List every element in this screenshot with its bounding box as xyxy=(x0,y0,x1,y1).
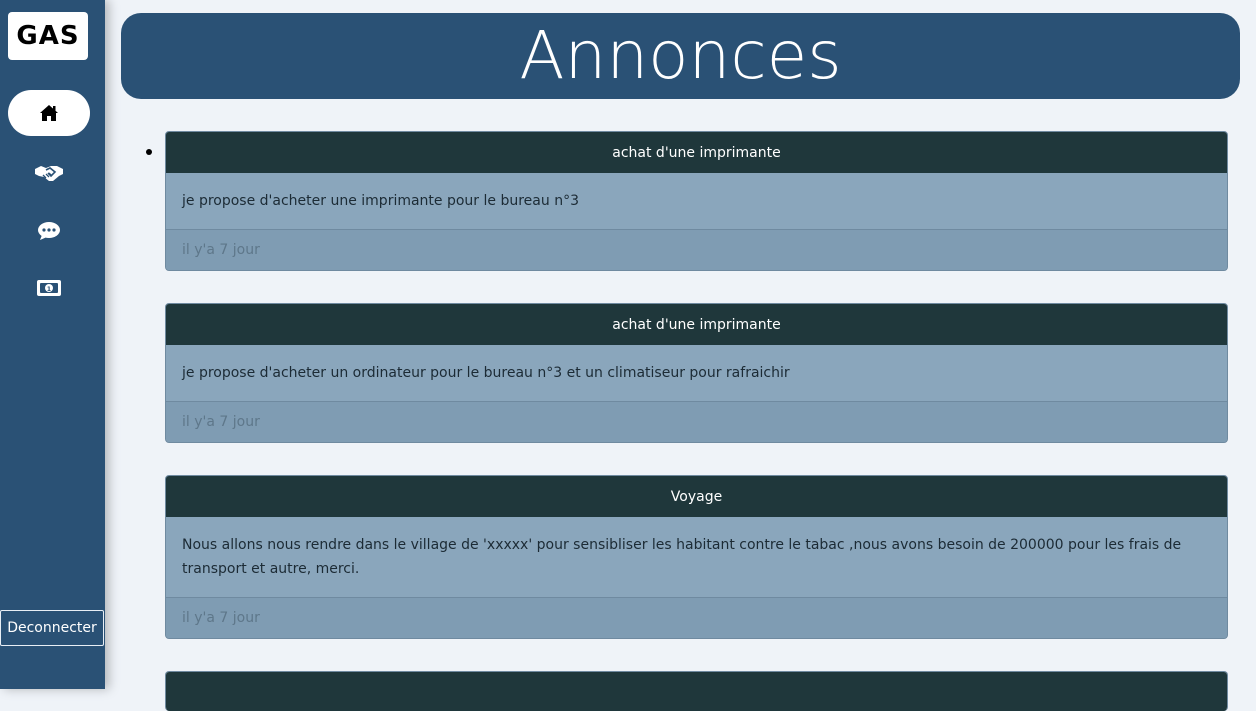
announcement-card: Voyage Nous allons nous rendre dans le v… xyxy=(165,475,1228,639)
announcement-title: achat d'une imprimante xyxy=(166,132,1227,173)
sidebar-item-deals[interactable] xyxy=(8,150,90,196)
announcement-title: Voyage xyxy=(166,476,1227,517)
app-logo: GAS xyxy=(8,12,88,60)
sidebar-item-home[interactable] xyxy=(8,90,90,136)
announcement-time: il y'a 7 jour xyxy=(166,402,1227,442)
announcement-card-partial xyxy=(165,671,1228,711)
announcement-body: je propose d'acheter une imprimante pour… xyxy=(166,173,1227,230)
announcement-time: il y'a 7 jour xyxy=(166,230,1227,270)
sidebar: GAS 1 Deconnecter xyxy=(0,0,105,689)
announcement-title: achat d'une imprimante xyxy=(166,304,1227,345)
money-bill-icon: 1 xyxy=(36,279,62,297)
handshake-icon xyxy=(34,163,64,183)
announcement-body: Nous allons nous rendre dans le village … xyxy=(166,517,1227,598)
announcement-body: je propose d'acheter un ordinateur pour … xyxy=(166,345,1227,402)
sidebar-item-money[interactable]: 1 xyxy=(8,265,90,311)
chat-icon xyxy=(37,221,61,241)
announcement-title-partial xyxy=(166,672,1227,711)
logout-button[interactable]: Deconnecter xyxy=(0,610,104,646)
svg-text:1: 1 xyxy=(47,286,51,293)
sidebar-item-messages[interactable] xyxy=(8,208,90,254)
page-title: Annonces xyxy=(519,17,842,94)
announcement-card: achat d'une imprimante je propose d'ache… xyxy=(165,131,1228,271)
page-header: Annonces xyxy=(121,13,1240,99)
list-bullet xyxy=(146,149,152,155)
announcement-card: achat d'une imprimante je propose d'ache… xyxy=(165,303,1228,443)
announcement-time: il y'a 7 jour xyxy=(166,598,1227,638)
home-icon xyxy=(39,104,59,122)
